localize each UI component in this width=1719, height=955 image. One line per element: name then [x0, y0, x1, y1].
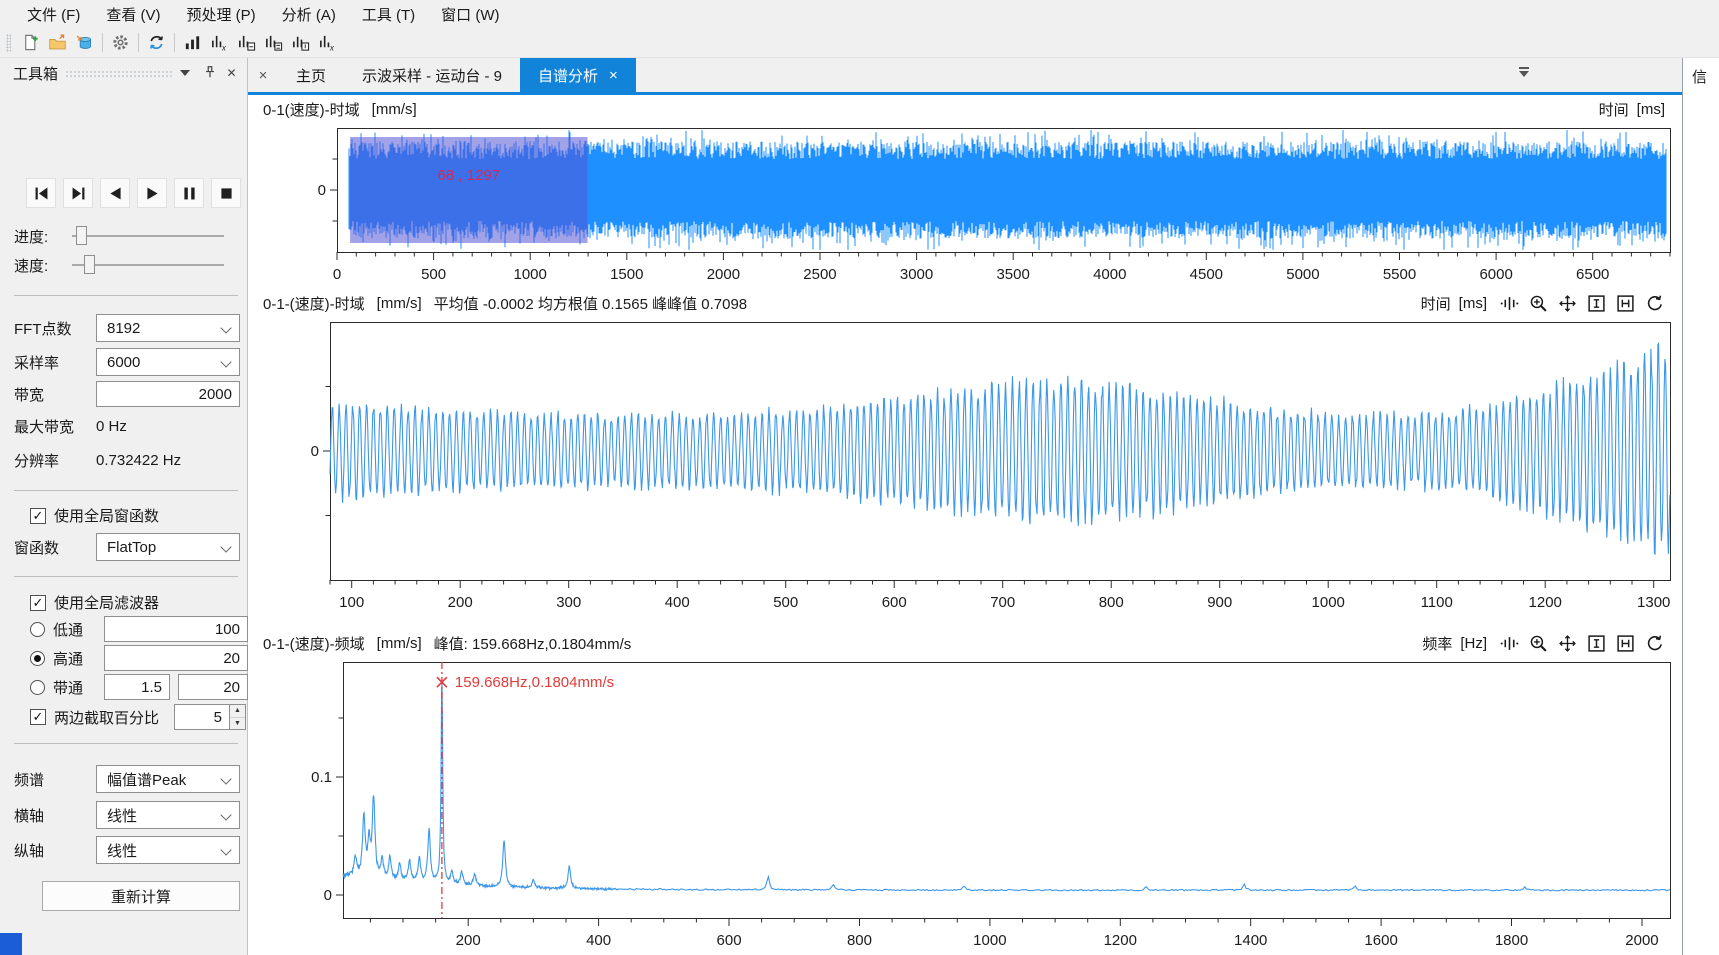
svg-text:700: 700 — [990, 594, 1015, 611]
svg-text:0: 0 — [311, 443, 319, 460]
svg-text:1500: 1500 — [610, 266, 643, 283]
svg-text:6000: 6000 — [1479, 266, 1512, 283]
svg-text:800: 800 — [1099, 594, 1124, 611]
svg-text:4500: 4500 — [1190, 266, 1223, 283]
svg-text:800: 800 — [847, 932, 872, 949]
svg-text:400: 400 — [665, 594, 690, 611]
svg-text:1000: 1000 — [514, 266, 547, 283]
svg-text:500: 500 — [773, 594, 798, 611]
svg-text:1000: 1000 — [1312, 594, 1345, 611]
svg-text:300: 300 — [556, 594, 581, 611]
svg-text:5000: 5000 — [1286, 266, 1319, 283]
svg-text:600: 600 — [882, 594, 907, 611]
svg-text:1300: 1300 — [1637, 594, 1670, 611]
svg-text:2000: 2000 — [1625, 932, 1658, 949]
svg-text:68 , 1297: 68 , 1297 — [438, 167, 501, 184]
svg-text:5500: 5500 — [1383, 266, 1416, 283]
svg-text:0: 0 — [324, 887, 332, 904]
svg-text:1200: 1200 — [1104, 932, 1137, 949]
svg-text:2000: 2000 — [707, 266, 740, 283]
app-window: 文件 (F) 查看 (V) 预处理 (P) 分析 (A) 工具 (T) 窗口 (… — [0, 0, 1719, 955]
svg-text:100: 100 — [339, 594, 364, 611]
svg-text:1000: 1000 — [973, 932, 1006, 949]
svg-text:200: 200 — [456, 932, 481, 949]
svg-text:0: 0 — [333, 266, 341, 283]
svg-text:600: 600 — [717, 932, 742, 949]
status-corner — [0, 933, 22, 955]
svg-text:6500: 6500 — [1576, 266, 1609, 283]
charts-canvas[interactable]: 68 , 12970500100015002000250030003500400… — [0, 0, 1719, 955]
svg-text:900: 900 — [1207, 594, 1232, 611]
svg-text:1100: 1100 — [1421, 594, 1453, 611]
svg-text:3500: 3500 — [996, 266, 1029, 283]
svg-text:4000: 4000 — [1093, 266, 1126, 283]
svg-text:1200: 1200 — [1529, 594, 1562, 611]
svg-text:0: 0 — [318, 182, 326, 199]
svg-text:159.668Hz,0.1804mm/s: 159.668Hz,0.1804mm/s — [455, 674, 614, 691]
svg-text:200: 200 — [448, 594, 473, 611]
svg-text:500: 500 — [421, 266, 446, 283]
svg-text:1400: 1400 — [1234, 932, 1267, 949]
svg-text:0.1: 0.1 — [311, 769, 332, 786]
svg-text:3000: 3000 — [900, 266, 933, 283]
svg-text:1800: 1800 — [1495, 932, 1528, 949]
svg-text:1600: 1600 — [1364, 932, 1397, 949]
svg-text:400: 400 — [586, 932, 611, 949]
svg-text:2500: 2500 — [803, 266, 836, 283]
